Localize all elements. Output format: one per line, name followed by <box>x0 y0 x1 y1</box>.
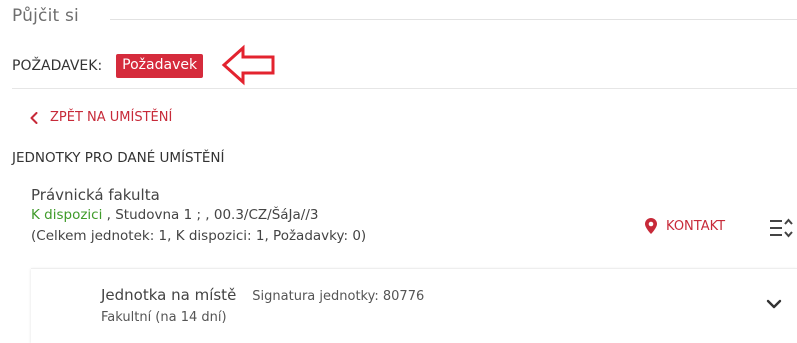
availability-status: K dispozici <box>31 207 103 223</box>
request-label: POŽADAVEK: <box>12 58 103 74</box>
back-link-label: ZPĚT NA UMÍSTĚNÍ <box>50 110 173 125</box>
section-divider <box>12 88 797 89</box>
location-detail: , Studovna 1 ; , 00.3/CZ/ŠáJa//3 <box>102 207 319 223</box>
location-summary: (Celkem jednotek: 1, K dispozici: 1, Pož… <box>31 228 367 244</box>
sort-list-icon[interactable] <box>769 217 795 239</box>
request-button[interactable]: Požadavek <box>116 54 204 78</box>
contact-label: KONTAKT <box>666 218 726 234</box>
location-block: Právnická fakulta K dispozici , Studovna… <box>31 185 366 247</box>
unit-title: Jednotka na místě <box>101 286 237 304</box>
title-divider <box>110 19 797 20</box>
chevron-down-icon[interactable] <box>764 296 784 312</box>
map-marker-icon <box>645 218 657 234</box>
unit-card-content: Jednotka na místě Signatura jednotky: 807… <box>101 285 424 325</box>
chevron-left-icon <box>30 111 38 124</box>
request-row: POŽADAVEK: Požadavek <box>12 52 204 80</box>
arrow-left-outline-icon <box>221 44 275 86</box>
unit-loan-type: Fakultní (na 14 dní) <box>101 310 227 325</box>
section-title: Půjčit si <box>12 6 79 26</box>
unit-card[interactable]: Jednotka na místě Signatura jednotky: 807… <box>31 268 797 343</box>
back-to-location-link[interactable]: ZPĚT NA UMÍSTĚNÍ <box>30 110 172 125</box>
units-heading: JEDNOTKY PRO DANÉ UMÍSTĚNÍ <box>12 150 225 166</box>
contact-link[interactable]: KONTAKT <box>645 218 725 234</box>
location-name: Právnická fakulta <box>31 186 160 204</box>
unit-signature: Signatura jednotky: 80776 <box>252 289 425 304</box>
location-detail-line: K dispozici , Studovna 1 ; , 00.3/CZ/ŠáJ… <box>31 205 366 226</box>
